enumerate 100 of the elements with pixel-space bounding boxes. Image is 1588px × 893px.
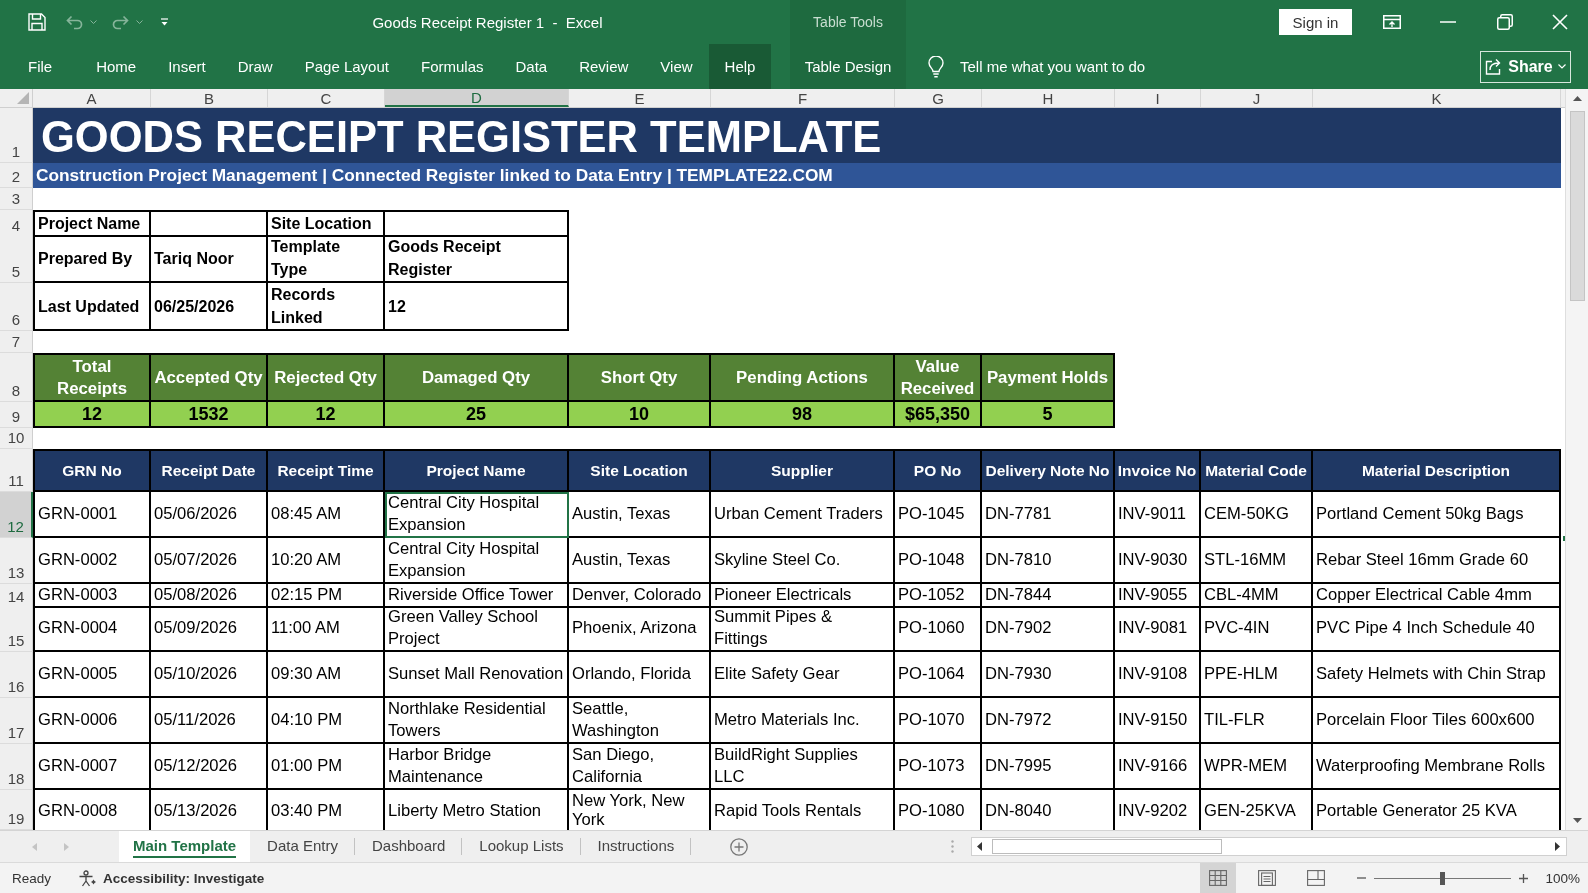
row-header[interactable]: 8: [0, 353, 33, 402]
row-header[interactable]: 12: [0, 492, 33, 538]
sheet-tab[interactable]: Dashboard: [354, 831, 463, 862]
customize-icon[interactable]: [160, 18, 169, 26]
ribbon-tab[interactable]: Review: [563, 44, 645, 89]
table-cell: PO-1070: [895, 698, 982, 744]
column-header[interactable]: D: [385, 89, 569, 107]
row-header[interactable]: 17: [0, 698, 33, 744]
kpi-label: Rejected Qty: [268, 353, 385, 402]
row-header[interactable]: 14: [0, 584, 33, 608]
ribbon-tab[interactable]: File: [12, 44, 69, 89]
table-cell: DN-7810: [982, 538, 1115, 584]
sheet-tab[interactable]: Data Entry: [250, 831, 355, 862]
table-cell: PO-1045: [895, 492, 982, 538]
table-cell: Summit Pipes & Fittings: [711, 606, 895, 652]
table-cell: Austin, Texas: [569, 492, 711, 538]
column-header[interactable]: G: [895, 89, 982, 107]
ribbon-tab[interactable]: Page Layout: [288, 44, 405, 89]
tell-me-search-field[interactable]: Tell me what you want to do: [960, 54, 1190, 79]
column-header[interactable]: F: [711, 89, 895, 107]
scroll-thumb[interactable]: [1569, 111, 1585, 301]
row-header[interactable]: 18: [0, 744, 33, 790]
restore-icon[interactable]: [1497, 14, 1513, 30]
header-cell: Supplier: [711, 449, 895, 492]
ribbon-tab[interactable]: Table Design: [790, 44, 906, 89]
caret-icon[interactable]: [90, 20, 97, 24]
row-header[interactable]: 10: [0, 428, 33, 449]
table-cell: PO-1052: [895, 584, 982, 608]
ribbon-tab[interactable]: View: [644, 44, 709, 89]
kpi-value: 12: [33, 402, 151, 428]
view-button[interactable]: [1200, 863, 1237, 893]
column-header[interactable]: K: [1313, 89, 1561, 107]
zoom-level[interactable]: 100%: [1545, 870, 1580, 886]
up-arrow-icon[interactable]: [1572, 96, 1582, 101]
left-arrow-icon[interactable]: [977, 842, 982, 851]
table-cell: Urban Cement Traders: [711, 492, 895, 538]
row-header[interactable]: 1: [0, 108, 33, 163]
accessibility-icon[interactable]: [78, 869, 98, 887]
slider-thumb[interactable]: [1440, 871, 1446, 885]
field-label: Project Name: [33, 210, 151, 237]
table-cell: INV-9030: [1115, 538, 1201, 584]
table-cell: PO-1064: [895, 652, 982, 698]
header-cell: PO No: [895, 449, 982, 492]
save-icon[interactable]: [28, 13, 46, 31]
table-cell: PO-1060: [895, 606, 982, 652]
plus-circle-icon[interactable]: [730, 837, 749, 856]
column-header[interactable]: H: [982, 89, 1115, 107]
row-header[interactable]: 13: [0, 538, 33, 584]
column-header[interactable]: E: [569, 89, 711, 107]
table-cell: 05/11/2026: [151, 698, 268, 744]
row-header[interactable]: 3: [0, 188, 33, 210]
column-header[interactable]: B: [151, 89, 268, 107]
vertical-scrollbar[interactable]: [1565, 89, 1588, 830]
row-header[interactable]: 19: [0, 790, 33, 830]
kpi-label: Short Qty: [569, 353, 711, 402]
table-cell: Waterproofing Membrane Rolls: [1313, 744, 1561, 790]
ribbon-tab[interactable]: Data: [499, 44, 564, 89]
ribbon-tab[interactable]: Insert: [152, 44, 222, 89]
row-header[interactable]: 6: [0, 283, 33, 331]
row-header[interactable]: 2: [0, 163, 33, 188]
plus-icon[interactable]: [1519, 873, 1529, 883]
row-header[interactable]: 5: [0, 235, 33, 283]
row-header[interactable]: 11: [0, 449, 33, 492]
table-cell: Portland Cement 50kg Bags: [1313, 492, 1561, 538]
row-header[interactable]: 15: [0, 606, 33, 652]
ribbon-tab[interactable]: Home: [80, 44, 153, 89]
column-header[interactable]: A: [33, 89, 151, 107]
horizontal-scrollbar[interactable]: [971, 837, 1567, 856]
down-arrow-icon[interactable]: [1572, 818, 1582, 823]
accessibility-status[interactable]: Accessibility: Investigate: [103, 870, 265, 886]
row-header[interactable]: 9: [0, 402, 33, 428]
close-icon[interactable]: [1552, 14, 1568, 30]
column-header[interactable]: J: [1201, 89, 1313, 107]
sheet-tab[interactable]: Instructions: [580, 831, 692, 862]
table-cell: DN-7972: [982, 698, 1115, 744]
ribbon-display-icon[interactable]: [1383, 15, 1401, 29]
table-cell: PPE-HLM: [1201, 652, 1313, 698]
column-header[interactable]: I: [1115, 89, 1201, 107]
table-cell: CEM-50KG: [1201, 492, 1313, 538]
sign-in-button[interactable]: Sign in: [1279, 9, 1352, 35]
ribbon-tab[interactable]: Formulas: [404, 44, 500, 89]
ribbon-tab[interactable]: Help: [708, 44, 772, 89]
vertical-dots-icon[interactable]: [951, 840, 954, 853]
row-header[interactable]: 4: [0, 210, 33, 237]
lightbulb-icon: [928, 55, 944, 78]
table-cell: GRN-0006: [33, 698, 151, 744]
sheet-tab[interactable]: Main Template: [119, 831, 251, 862]
table-cell: GRN-0007: [33, 744, 151, 790]
row-header[interactable]: 7: [0, 331, 33, 353]
row-header[interactable]: 16: [0, 652, 33, 698]
minus-icon[interactable]: [1357, 877, 1367, 879]
scroll-thumb[interactable]: [992, 839, 1222, 854]
table-cell: DN-7995: [982, 744, 1115, 790]
caret-icon[interactable]: [136, 20, 143, 24]
sheet-tab[interactable]: Lookup Lists: [462, 831, 581, 862]
table-cell: Green Valley School Project: [385, 606, 569, 652]
right-arrow-icon[interactable]: [1555, 842, 1560, 851]
share-button[interactable]: Share: [1480, 50, 1571, 83]
ribbon-tab[interactable]: Draw: [221, 44, 289, 89]
table-cell: WPR-MEM: [1201, 744, 1313, 790]
